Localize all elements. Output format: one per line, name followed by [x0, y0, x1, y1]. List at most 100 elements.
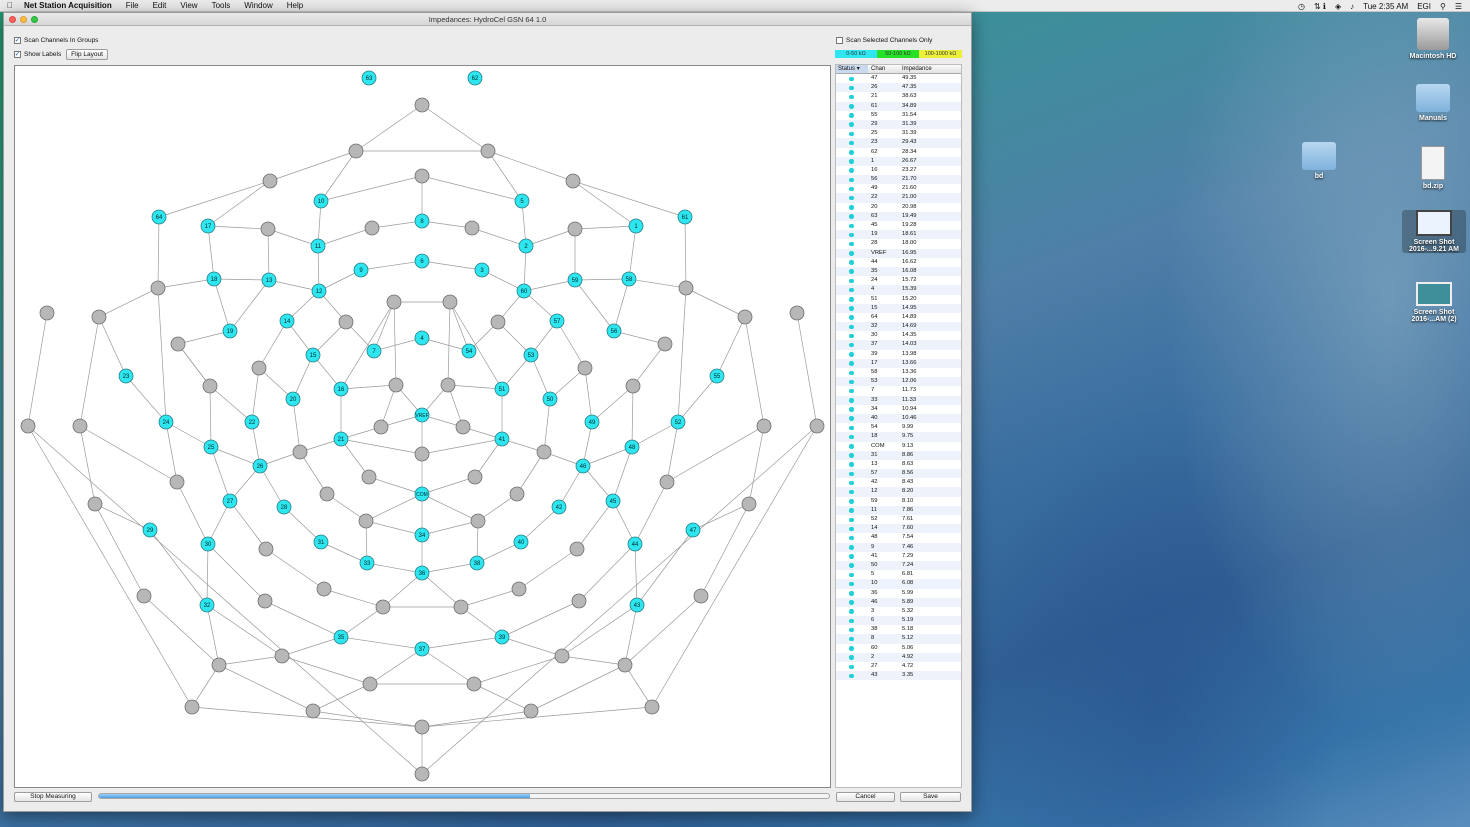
spotlight-icon[interactable]: ⚲ — [1440, 2, 1446, 11]
table-row[interactable]: 34 10.94 — [836, 405, 961, 414]
electrode-34[interactable]: 34 — [414, 527, 430, 543]
electrode-unlabeled[interactable] — [414, 168, 430, 184]
electrode-24[interactable]: 24 — [158, 414, 174, 430]
electrode-25[interactable]: 25 — [203, 439, 219, 455]
electrode-unlabeled[interactable] — [364, 220, 380, 236]
electrode-6[interactable]: 6 — [414, 253, 430, 269]
table-row[interactable]: 45 19.28 — [836, 221, 961, 230]
table-row[interactable]: 63 19.49 — [836, 211, 961, 221]
electrode-unlabeled[interactable] — [91, 309, 107, 325]
electrode-16[interactable]: 16 — [333, 381, 349, 397]
electrode-unlabeled[interactable] — [358, 513, 374, 529]
electrode-63[interactable]: 63 — [361, 70, 377, 86]
electrode-unlabeled[interactable] — [657, 336, 673, 352]
impedance-column-header[interactable]: Impedance — [900, 65, 960, 73]
notification-center-icon[interactable]: ☰ — [1455, 2, 1462, 11]
electrode-29[interactable]: 29 — [142, 522, 158, 538]
electrode-52[interactable]: 52 — [670, 414, 686, 430]
electrode-2[interactable]: 2 — [518, 238, 534, 254]
table-row[interactable]: 2 4.92 — [836, 652, 961, 662]
electrode-unlabeled[interactable] — [202, 378, 218, 394]
table-row[interactable]: 23 29.43 — [836, 138, 961, 148]
table-row[interactable]: 54 9.99 — [836, 423, 961, 432]
electrode-44[interactable]: 44 — [627, 536, 643, 552]
status-column-header[interactable]: Status ▾ — [836, 65, 868, 73]
user-menu[interactable]: EGI — [1417, 2, 1431, 11]
table-row[interactable]: 9 7.46 — [836, 542, 961, 552]
close-button[interactable] — [9, 16, 16, 23]
electrode-unlabeled[interactable] — [467, 469, 483, 485]
table-row[interactable]: 57 8.56 — [836, 469, 961, 479]
electrode-45[interactable]: 45 — [605, 493, 621, 509]
electrode-unlabeled[interactable] — [292, 444, 308, 460]
electrode-37[interactable]: 37 — [414, 641, 430, 657]
electrode-unlabeled[interactable] — [536, 444, 552, 460]
electrode-unlabeled[interactable] — [470, 513, 486, 529]
table-row[interactable]: 55 31.54 — [836, 111, 961, 120]
electrode-unlabeled[interactable] — [809, 418, 825, 434]
table-row[interactable]: 21 38.63 — [836, 92, 961, 101]
electrode-58[interactable]: 58 — [621, 271, 637, 287]
electrode-unlabeled[interactable] — [678, 280, 694, 296]
table-row[interactable]: 41 7.29 — [836, 552, 961, 561]
desktop-icon-manuals[interactable]: Manuals — [1402, 84, 1464, 122]
scan-selected-checkbox[interactable]: Scan Selected Channels Only — [836, 37, 932, 44]
electrode-unlabeled[interactable] — [260, 221, 276, 237]
save-button[interactable]: Save — [900, 792, 961, 802]
electrode-map[interactable]: 63 62 64 61 17 1 10 5 8 11 2 6 9 3 18 13 58 59 12 60 14 57 19 5… — [14, 65, 831, 788]
electrode-14[interactable]: 14 — [279, 313, 295, 329]
table-row[interactable]: 7 11.73 — [836, 386, 961, 395]
table-row[interactable]: 6 5.19 — [836, 616, 961, 626]
electrode-unlabeled[interactable] — [338, 314, 354, 330]
electrode-unlabeled[interactable] — [305, 703, 321, 719]
electrode-31[interactable]: 31 — [313, 534, 329, 550]
electrode-50[interactable]: 50 — [542, 391, 558, 407]
minimize-button[interactable] — [20, 16, 27, 23]
menu-help[interactable]: Help — [280, 1, 310, 10]
electrode-61[interactable]: 61 — [677, 209, 693, 225]
electrode-unlabeled[interactable] — [569, 541, 585, 557]
electrode-unlabeled[interactable] — [741, 496, 757, 512]
menu-file[interactable]: File — [119, 1, 146, 10]
electrode-unlabeled[interactable] — [523, 703, 539, 719]
electrode-42[interactable]: 42 — [551, 499, 567, 515]
table-row[interactable]: 61 34.89 — [836, 101, 961, 111]
electrode-10[interactable]: 10 — [313, 193, 329, 209]
electrode-12[interactable]: 12 — [311, 283, 327, 299]
electrode-unlabeled[interactable] — [455, 419, 471, 435]
electrode-unlabeled[interactable] — [373, 419, 389, 435]
table-row[interactable]: 43 3.35 — [836, 671, 961, 681]
electrode-unlabeled[interactable] — [625, 378, 641, 394]
electrode-unlabeled[interactable] — [211, 657, 227, 673]
scan-groups-checkbox[interactable]: ✓ Scan Channels In Groups — [14, 37, 98, 44]
table-row[interactable]: 33 11.33 — [836, 395, 961, 405]
table-row[interactable]: 8 5.12 — [836, 634, 961, 644]
electrode-unlabeled[interactable] — [554, 648, 570, 664]
electrode-28[interactable]: 28 — [276, 499, 292, 515]
show-labels-checkbox[interactable]: ✓ Show Labels — [14, 51, 61, 58]
electrode-59[interactable]: 59 — [567, 272, 583, 288]
electrode-unlabeled[interactable] — [480, 143, 496, 159]
table-row[interactable]: 42 8.43 — [836, 478, 961, 487]
electrode-unlabeled[interactable] — [440, 377, 456, 393]
electrode-vref[interactable]: VREF — [414, 407, 430, 423]
apple-menu-icon[interactable]:  — [0, 1, 20, 10]
flip-layout-button[interactable]: Flip Layout — [66, 49, 108, 60]
electrode-62[interactable]: 62 — [467, 70, 483, 86]
electrode-unlabeled[interactable] — [20, 418, 36, 434]
table-row[interactable]: 1 26.67 — [836, 156, 961, 166]
desktop-icon-screenshot-2[interactable]: Screen Shot 2016-...AM (2) — [1402, 282, 1466, 323]
chan-column-header[interactable]: Chan — [868, 65, 900, 73]
electrode-15[interactable]: 15 — [305, 347, 321, 363]
electrode-unlabeled[interactable] — [361, 469, 377, 485]
electrode-unlabeled[interactable] — [414, 97, 430, 113]
electrode-unlabeled[interactable] — [169, 474, 185, 490]
table-row[interactable]: 27 4.72 — [836, 662, 961, 671]
electrode-48[interactable]: 48 — [624, 439, 640, 455]
menu-edit[interactable]: Edit — [146, 1, 174, 10]
electrode-unlabeled[interactable] — [509, 486, 525, 502]
electrode-unlabeled[interactable] — [644, 699, 660, 715]
table-row[interactable]: 5 6.81 — [836, 570, 961, 579]
table-row[interactable]: VREF 16.95 — [836, 248, 961, 258]
electrode-unlabeled[interactable] — [375, 599, 391, 615]
